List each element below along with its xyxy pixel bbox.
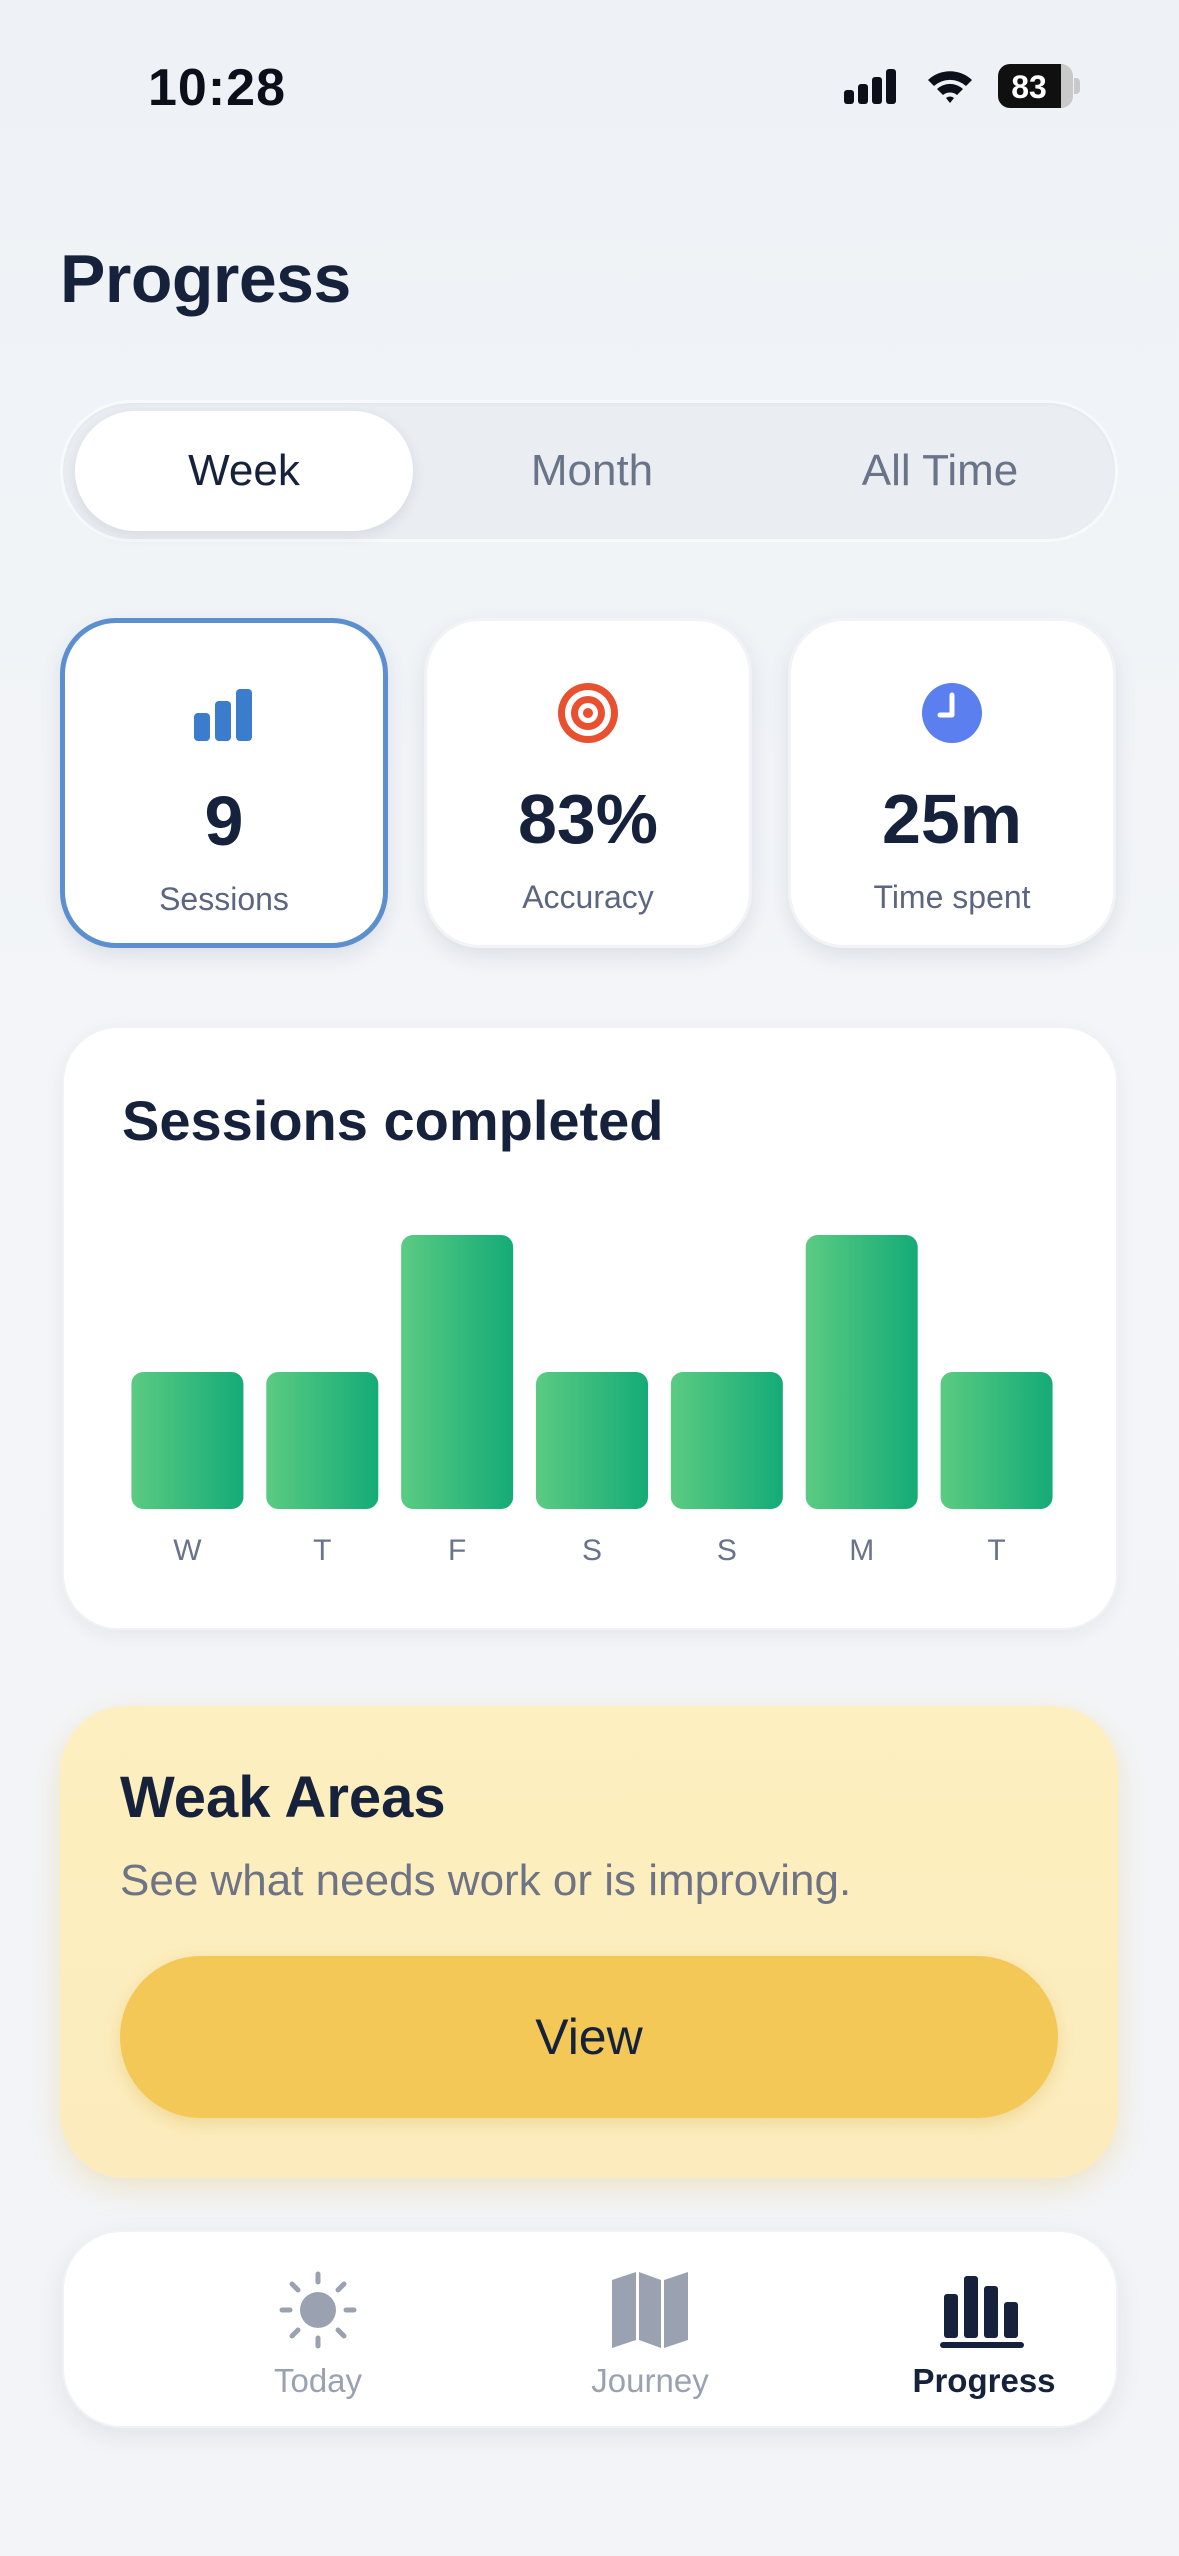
tab-today[interactable]: Today [198,2232,438,2430]
period-selector: Week Month All Time [60,400,1118,542]
status-time: 10:28 [148,59,286,117]
time-spent-value: 25m [881,780,1023,858]
wifi-icon [928,71,972,103]
chart-bar [131,1372,244,1509]
tab-journey-label: Journey [591,2362,709,2399]
status-bar: 10:28 83 [0,0,1179,150]
sun-icon [279,2271,357,2349]
cellular-signal-icon [844,69,896,104]
chart-day-label: F [448,1534,466,1567]
accuracy-stat-card[interactable]: 83% Accuracy [424,618,752,948]
weak-areas-subtitle: See what needs work or is improving. [120,1856,852,1905]
sessions-stat-card[interactable]: 9 Sessions [60,618,388,948]
bottom-tab-bar: Today Journey Progress [62,2230,1118,2428]
bar-chart-icon [940,2276,1024,2348]
chart-day-label: S [582,1534,602,1567]
chart-bar [940,1372,1053,1509]
chart-bar [401,1235,514,1509]
chart-bar [536,1372,648,1509]
target-icon [558,683,618,743]
time-spent-label: Time spent [873,879,1031,915]
progress-screen: 10:28 83 Progress Week Month All Time 9 … [0,0,1179,2556]
weak-areas-title: Weak Areas [120,1765,446,1830]
battery-icon: 83 [998,64,1080,108]
tab-progress[interactable]: Progress [864,2232,1104,2430]
accuracy-value: 83% [517,780,659,858]
tab-progress-label: Progress [912,2362,1056,2399]
chart-day-label: M [849,1534,874,1567]
accuracy-label: Accuracy [522,879,654,915]
tab-journey[interactable]: Journey [530,2232,770,2430]
sessions-bar-chart: WTFSSMT [131,1235,1053,1567]
page-title: Progress [60,241,351,317]
chart-bar [670,1372,783,1509]
sessions-value: 9 [204,782,244,860]
chart-day-label: T [987,1534,1005,1567]
tab-month[interactable]: Month [423,411,761,531]
bar-chart-icon [194,689,252,741]
sessions-chart-card: Sessions completed WTFSSMT [62,1026,1118,1630]
time-spent-stat-card[interactable]: 25m Time spent [788,618,1116,948]
clock-icon [922,683,982,743]
tab-week[interactable]: Week [75,411,413,531]
tab-all-time[interactable]: All Time [771,411,1109,531]
chart-day-label: S [717,1534,737,1567]
map-icon [612,2272,688,2348]
chart-bar [805,1235,918,1509]
chart-bar [266,1372,379,1509]
chart-day-label: T [313,1534,331,1567]
sessions-label: Sessions [159,881,289,917]
view-weak-areas-button[interactable]: View [120,1956,1058,2118]
tab-today-label: Today [273,2362,363,2399]
chart-day-label: W [173,1534,202,1567]
battery-level: 83 [1011,69,1047,105]
weak-areas-card: Weak Areas See what needs work or is imp… [60,1706,1118,2178]
